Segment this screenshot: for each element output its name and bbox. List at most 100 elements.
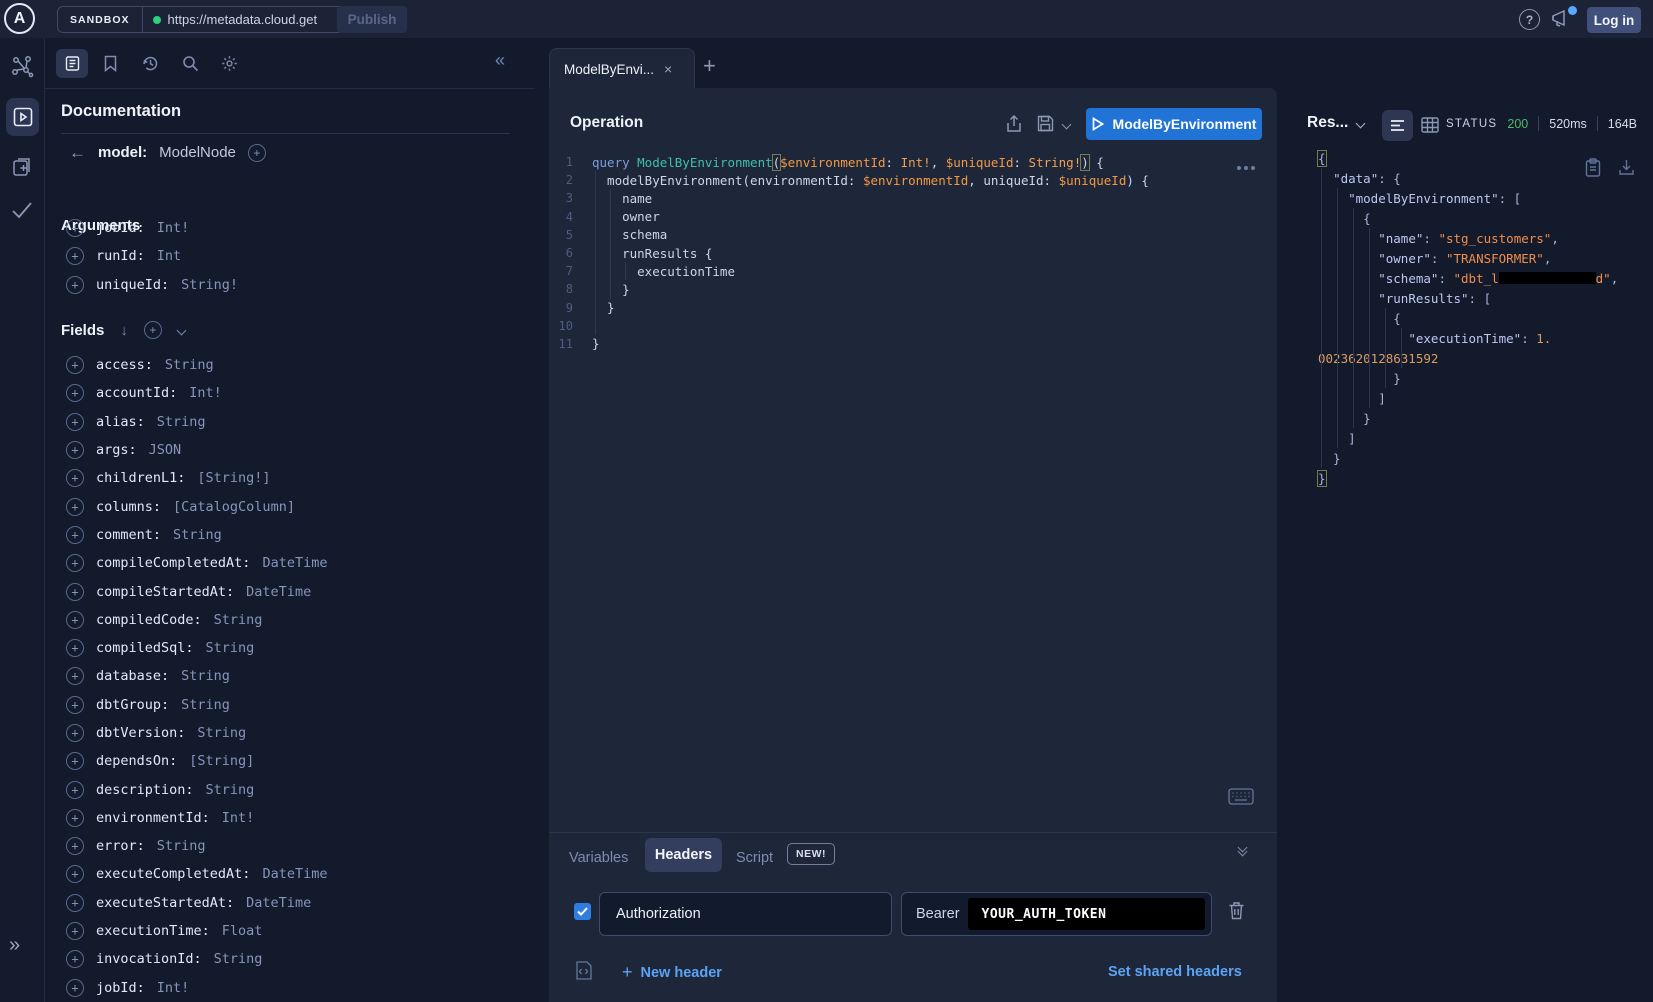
settings-gear-icon[interactable]: [221, 55, 238, 72]
save-options-chevron-icon[interactable]: [1062, 120, 1072, 130]
field-type[interactable]: String: [214, 951, 263, 967]
new-tab-button[interactable]: +: [703, 53, 716, 79]
announcements-megaphone-icon[interactable]: [1550, 8, 1576, 32]
add-field-icon[interactable]: [66, 498, 84, 516]
add-field-icon[interactable]: [66, 752, 84, 770]
add-field-icon[interactable]: [66, 441, 84, 459]
argument-row[interactable]: uniqueId: String!: [66, 271, 238, 299]
field-row[interactable]: alias: String: [66, 408, 327, 436]
argument-type[interactable]: Int!: [157, 220, 190, 236]
add-field-icon[interactable]: [66, 583, 84, 601]
add-all-fields-icon[interactable]: [248, 144, 266, 162]
save-operation-icon[interactable]: [1037, 115, 1055, 133]
field-type[interactable]: String: [197, 725, 246, 741]
graphql-code-editor[interactable]: 1 query ModelByEnvironment($environmentI…: [549, 153, 1269, 353]
add-field-icon[interactable]: [66, 667, 84, 685]
add-field-icon[interactable]: [66, 724, 84, 742]
add-field-icon[interactable]: [66, 894, 84, 912]
field-row[interactable]: compiledCode: String: [66, 606, 327, 634]
chevron-down-icon[interactable]: [176, 325, 186, 335]
search-icon[interactable]: [182, 55, 199, 72]
help-icon[interactable]: ?: [1519, 9, 1540, 30]
field-type[interactable]: DateTime: [262, 866, 327, 882]
add-field-icon[interactable]: [66, 469, 84, 487]
collapse-panel-icon[interactable]: «: [495, 50, 505, 71]
add-field-icon[interactable]: [66, 950, 84, 968]
field-type[interactable]: JSON: [149, 442, 182, 458]
field-row[interactable]: dbtVersion: String: [66, 719, 327, 747]
explorer-nav-item[interactable]: [6, 98, 39, 136]
checks-pages-icon[interactable]: [11, 156, 33, 178]
add-field-icon[interactable]: [66, 865, 84, 883]
response-json-viewer[interactable]: { "data": { "modelByEnvironment": [ { "n…: [1318, 148, 1648, 488]
field-row[interactable]: invocationId: String: [66, 945, 327, 973]
response-dropdown-chevron-icon[interactable]: [1356, 119, 1366, 129]
argument-type[interactable]: String!: [181, 277, 238, 293]
header-presets-icon[interactable]: [575, 960, 594, 981]
field-type[interactable]: [String]: [189, 753, 254, 769]
argument-row[interactable]: jobId: Int!: [66, 214, 238, 242]
tab-script[interactable]: Script: [736, 850, 773, 866]
apollo-logo-icon[interactable]: A: [4, 3, 35, 34]
add-field-icon[interactable]: [66, 356, 84, 374]
field-row[interactable]: access: String: [66, 351, 327, 379]
field-type[interactable]: String: [165, 357, 214, 373]
add-field-icon[interactable]: [66, 696, 84, 714]
field-row[interactable]: compiledSql: String: [66, 634, 327, 662]
field-row[interactable]: compileCompletedAt: DateTime: [66, 549, 327, 577]
checkmark-icon[interactable]: [11, 201, 33, 219]
documentation-tab-icon[interactable]: [56, 49, 88, 78]
share-operation-icon[interactable]: [1006, 115, 1024, 133]
close-tab-icon[interactable]: ×: [664, 61, 672, 77]
response-table-view-toggle[interactable]: [1421, 117, 1439, 133]
header-value-input[interactable]: Bearer YOUR_AUTH_TOKEN: [901, 892, 1212, 936]
field-type[interactable]: String: [157, 838, 206, 854]
endpoint-url-field[interactable]: https://metadata.cloud.get: [143, 7, 369, 32]
field-type[interactable]: String: [181, 697, 230, 713]
field-row[interactable]: dependsOn: [String]: [66, 747, 327, 775]
field-type[interactable]: Float: [222, 923, 263, 939]
expand-rail-chevrons-icon[interactable]: »: [9, 934, 20, 957]
field-row[interactable]: environmentId: Int!: [66, 804, 327, 832]
login-button[interactable]: Log in: [1587, 7, 1641, 33]
add-field-icon[interactable]: [66, 922, 84, 940]
field-row[interactable]: comment: String: [66, 521, 327, 549]
field-row[interactable]: columns: [CatalogColumn]: [66, 492, 327, 520]
header-enabled-checkbox[interactable]: [574, 903, 591, 920]
new-header-button[interactable]: + New header: [622, 962, 722, 983]
tab-headers[interactable]: Headers: [645, 838, 722, 872]
field-row[interactable]: description: String: [66, 775, 327, 803]
field-type[interactable]: [String!]: [197, 470, 270, 486]
auth-token-field[interactable]: YOUR_AUTH_TOKEN: [968, 898, 1205, 930]
add-argument-icon[interactable]: [66, 219, 84, 237]
field-row[interactable]: accountId: Int!: [66, 379, 327, 407]
argument-row[interactable]: runId: Int: [66, 242, 238, 270]
add-argument-icon[interactable]: [66, 276, 84, 294]
history-icon[interactable]: [142, 55, 159, 72]
add-field-icon[interactable]: [66, 413, 84, 431]
add-field-icon[interactable]: [66, 384, 84, 402]
field-type[interactable]: Int!: [189, 385, 222, 401]
field-type[interactable]: [CatalogColumn]: [173, 499, 295, 515]
add-field-icon[interactable]: [66, 554, 84, 572]
header-key-input[interactable]: Authorization: [599, 892, 892, 936]
tab-variables[interactable]: Variables: [569, 850, 628, 866]
field-row[interactable]: database: String: [66, 662, 327, 690]
add-field-icon[interactable]: [66, 837, 84, 855]
field-type[interactable]: String: [157, 414, 206, 430]
field-row[interactable]: executeCompletedAt: DateTime: [66, 860, 327, 888]
field-row[interactable]: compileStartedAt: DateTime: [66, 577, 327, 605]
field-row[interactable]: jobId: Int!: [66, 974, 327, 1002]
add-field-icon[interactable]: [66, 526, 84, 544]
run-operation-button[interactable]: ModelByEnvironment: [1086, 108, 1262, 140]
field-type[interactable]: String: [181, 668, 230, 684]
add-field-icon[interactable]: [66, 611, 84, 629]
field-row[interactable]: executionTime: Float: [66, 917, 327, 945]
add-field-icon[interactable]: [66, 809, 84, 827]
publish-button[interactable]: Publish: [337, 6, 407, 33]
keyboard-shortcuts-icon[interactable]: [1228, 788, 1254, 805]
field-type[interactable]: String: [206, 782, 255, 798]
field-row[interactable]: dbtGroup: String: [66, 691, 327, 719]
add-fields-icon[interactable]: [144, 321, 162, 339]
field-type[interactable]: DateTime: [262, 555, 327, 571]
